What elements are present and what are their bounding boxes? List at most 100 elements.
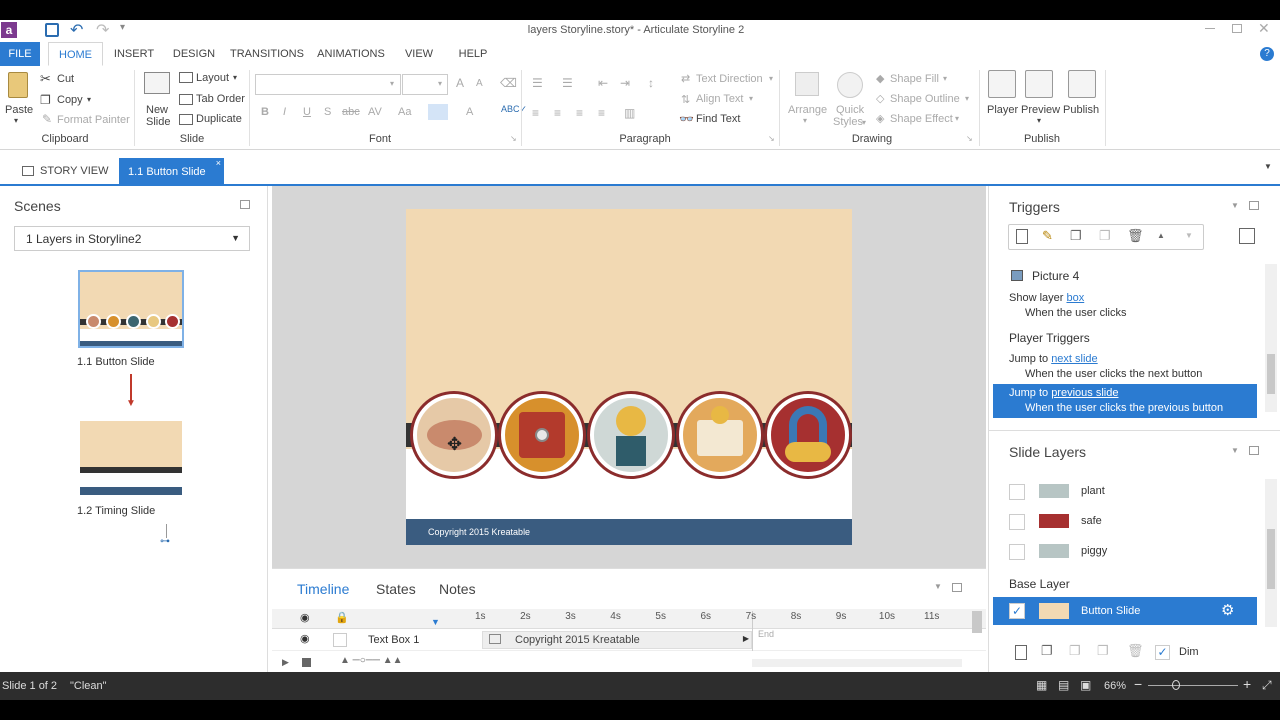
timeline-menu-icon[interactable]: ▼ [934,582,942,591]
delete-trigger-icon[interactable]: 🗑 [1127,228,1144,244]
format-painter-button[interactable]: Format Painter [57,114,130,126]
find-text-button[interactable]: Find Text [696,113,740,125]
tab-insert[interactable]: INSERT [108,42,160,66]
box-button[interactable] [679,394,761,476]
tab-order-button[interactable]: Tab Order [196,93,245,105]
new-layer-icon[interactable] [1015,645,1027,660]
close-icon[interactable]: ✕ [1258,20,1270,37]
triggers-menu-icon[interactable]: ▼ [1231,201,1239,210]
preview-status-icon[interactable]: ▣ [1080,678,1091,692]
fit-to-window-icon[interactable]: ⤢ [1262,678,1272,693]
drawing-dialog-launcher-icon[interactable]: ↘ [966,134,973,143]
font-size-dropdown-icon[interactable]: ▾ [438,79,442,88]
tab-animations[interactable]: ANIMATIONS [314,42,388,66]
paragraph-dialog-launcher-icon[interactable]: ↘ [768,134,775,143]
layers-menu-icon[interactable]: ▼ [1231,446,1239,455]
gear-icon[interactable]: ⚙ [1221,601,1234,619]
link-icon[interactable]: ⊶ [160,536,170,547]
maximize-icon[interactable] [1232,24,1242,33]
scene-select[interactable]: 1 Layers in Storyline2 ▼ [14,226,250,251]
tab-active-slide[interactable]: 1.1 Button Slide × [119,158,224,186]
copy-button[interactable]: Copy [57,94,83,106]
tabs-overflow-icon[interactable]: ▼ [1264,162,1272,171]
story-view-status-icon[interactable]: ▤ [1058,678,1069,692]
timeline-undock-icon[interactable] [952,583,962,592]
zoom-in-icon[interactable]: + [1243,676,1251,692]
trigger-1-link[interactable]: box [1066,292,1084,304]
paste-dropdown-icon[interactable]: ▾ [14,116,18,125]
trigger-3-selected[interactable]: Jump to previous slide When the user cli… [993,384,1257,418]
dim-checkbox[interactable]: ✓ [1155,645,1170,660]
tab-help[interactable]: HELP [452,42,494,66]
shape-effect-dropdown-icon[interactable]: ▾ [955,114,959,123]
tab-transitions[interactable]: TRANSITIONS [228,42,306,66]
layer-row[interactable]: plant [989,479,1259,503]
row-name[interactable]: Text Box 1 [368,634,419,646]
triggers-scrollbar[interactable] [1265,264,1277,412]
new-slide-button-line2[interactable]: Slide [146,116,170,128]
minimize-icon[interactable] [1205,28,1215,29]
layer-row[interactable]: safe [989,509,1259,533]
tab-design[interactable]: DESIGN [168,42,220,66]
shape-outline-dropdown-icon[interactable]: ▾ [965,94,969,103]
copy-dropdown-icon[interactable]: ▾ [87,95,91,104]
trigger-2-link[interactable]: next slide [1051,353,1097,365]
timeline-h-scrollbar[interactable] [752,659,962,667]
eye-icon[interactable]: ◉ [300,611,310,624]
base-layer-row[interactable]: ✓ Button Slide ⚙ [993,597,1257,625]
text-direction-button[interactable]: Text Direction [696,73,763,85]
layers-scroll-thumb[interactable] [1267,529,1275,589]
layer-visibility-checkbox[interactable] [1009,514,1025,530]
zoom-slider-thumb[interactable] [1172,680,1180,690]
duplicate-layer-icon[interactable]: ❐ [1041,643,1053,659]
row-eye-icon[interactable]: ◉ [300,632,310,645]
trigger-1[interactable]: Show layer box [1009,292,1084,304]
tab-file[interactable]: FILE [0,42,40,66]
copy-trigger-icon[interactable]: ❐ [1070,228,1082,244]
preview-dropdown-icon[interactable]: ▾ [1037,116,1041,125]
tab-story-view[interactable]: STORY VIEW [16,158,116,184]
layout-dropdown-icon[interactable]: ▾ [233,73,237,82]
edit-trigger-icon[interactable]: ✎ [1042,228,1053,244]
layer-row[interactable]: piggy [989,539,1259,563]
player-button[interactable]: Player [987,104,1018,116]
slide-thumbnail[interactable] [80,421,182,495]
zoom-out-icon[interactable]: − [1134,676,1142,692]
play-icon[interactable]: ▶ [282,657,289,668]
layers-undock-icon[interactable] [1249,446,1259,455]
shape-outline-button[interactable]: Shape Outline [890,93,960,105]
stop-icon[interactable] [302,658,311,667]
paste-icon[interactable] [8,72,28,98]
help-icon[interactable]: ? [1260,47,1274,61]
plant-button[interactable] [590,394,672,476]
align-text-dropdown-icon[interactable]: ▾ [749,94,753,103]
font-dialog-launcher-icon[interactable]: ↘ [510,134,517,143]
slide-canvas[interactable]: ✥ Copyright 2015 Kreatable [406,209,852,545]
tab-view[interactable]: VIEW [398,42,440,66]
font-family-dropdown-icon[interactable]: ▾ [390,79,394,88]
duplicate-button[interactable]: Duplicate [196,113,242,125]
arrange-button[interactable]: Arrange [788,104,827,116]
layout-button[interactable]: Layout [196,72,229,84]
piggy-button[interactable]: ✥ [413,394,495,476]
font-family-select[interactable] [255,74,401,95]
zoom-level[interactable]: 66% [1104,680,1126,692]
shape-fill-button[interactable]: Shape Fill [890,73,939,85]
safe-button[interactable] [501,394,583,476]
move-up-icon[interactable]: ▲ [1157,231,1165,240]
layer-visibility-checkbox[interactable] [1009,484,1025,500]
normal-view-icon[interactable]: ▦ [1036,678,1047,692]
arrange-dropdown-icon[interactable]: ▾ [803,116,807,125]
triggers-undock-icon[interactable] [1249,201,1259,210]
new-trigger-icon[interactable] [1016,229,1028,244]
paste-button[interactable]: Paste [5,104,33,116]
lock-icon[interactable]: 🔒 [335,611,349,624]
shape-effect-button[interactable]: Shape Effect [890,113,953,125]
layer-visibility-checkbox[interactable] [1009,544,1025,560]
row-bar[interactable]: Copyright 2015 Kreatable ▶ [482,631,752,649]
tab-states[interactable]: States [376,581,416,597]
cut-button[interactable]: Cut [57,73,74,85]
zoom-timeline-icon[interactable]: ▲ ─○── ▲▲ [340,655,403,666]
timeline-v-scrollbar[interactable] [972,611,982,633]
trigger-2[interactable]: Jump to next slide [1009,353,1098,365]
